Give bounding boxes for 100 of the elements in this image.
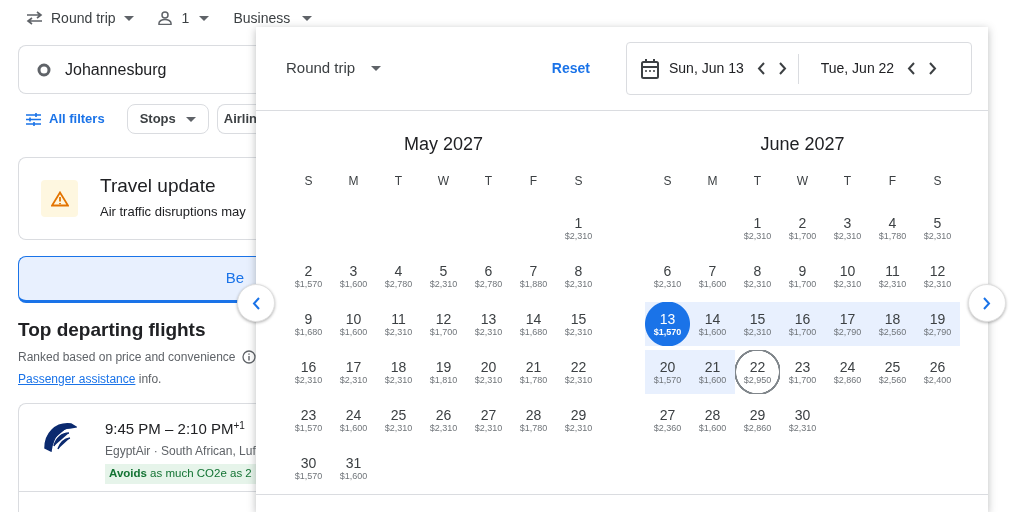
alert-title: Travel update [100,175,217,199]
calendar-day[interactable]: 24 $1,600 [331,398,376,442]
weekday-label: T [483,173,494,190]
calendar-day[interactable]: 27 $2,360 [645,398,690,442]
passenger-assistance-link[interactable]: Passenger assistance [18,371,136,386]
trip-type-dropdown[interactable]: Round trip [51,7,134,29]
calendar-day[interactable]: 19 $2,790 [915,302,960,346]
chevron-left-icon [907,62,916,75]
trip-type-dropdown[interactable]: Round trip [286,57,382,80]
calendar-day[interactable]: 4 $1,780 [870,206,915,250]
calendar-day[interactable]: 22 $2,310 [556,350,601,394]
calendar-day[interactable]: 23 $1,700 [780,350,825,394]
calendar-day[interactable]: 10 $2,310 [825,254,870,298]
weekday-label: W [436,173,451,190]
calendar-day[interactable]: 9 $1,680 [286,302,331,346]
filter-chip[interactable]: Airlin [216,104,256,134]
flight-card[interactable]: 9:45 PM – 2:10 PM$^{+1}$ EgyptAir · South African, Luf Avoids as much CO2e as 2 [18,402,256,492]
calendar-day[interactable]: 15 $2,310 [735,302,780,346]
calendar-day[interactable]: 5 $2,310 [915,206,960,250]
chevron-right-icon [983,296,991,310]
calendar-day[interactable]: 26 $2,310 [421,398,466,442]
calendar-day[interactable]: 7 $1,600 [690,254,735,298]
calendar-day[interactable]: 27 $2,310 [466,398,511,442]
reset-button[interactable]: Reset [551,54,590,83]
calendar-day[interactable]: 21 $1,600 [690,350,735,394]
calendar-day[interactable]: 31 $1,600 [331,446,376,490]
calendar-day[interactable]: 18 $2,310 [376,350,421,394]
calendar-day[interactable]: 16 $2,310 [286,350,331,394]
calendar-day[interactable]: 13 $1,570 [645,302,690,346]
chevron-left-icon [756,62,765,75]
calendar-day[interactable]: 8 $2,310 [556,254,601,298]
calendar-day[interactable]: 3 $2,310 [825,206,870,250]
calendar-day[interactable]: 15 $2,310 [556,302,601,346]
calendar-day[interactable]: 12 $1,700 [421,302,466,346]
calendar-day[interactable]: 5 $2,310 [421,254,466,298]
calendar-day[interactable]: 1 $2,310 [735,206,780,250]
cabin-class-dropdown[interactable]: Business [233,7,313,29]
calendar-day[interactable]: 30 $2,310 [780,398,825,442]
calendar-day[interactable]: 14 $1,600 [690,302,735,346]
calendar-day[interactable]: 17 $2,790 [825,302,870,346]
calendar-day[interactable]: 29 $2,310 [556,398,601,442]
calendar-day[interactable]: 1 $2,310 [556,206,601,250]
calendar-day[interactable]: 25 $2,310 [376,398,421,442]
calendar-day[interactable]: 7 $1,880 [511,254,556,298]
airline-names: EgyptAir · South African, Luf [105,443,256,461]
swap-arrows-icon [26,11,43,25]
calendar-day[interactable]: 25 $2,560 [870,350,915,394]
calendar-day[interactable]: 23 $1,570 [286,398,331,442]
calendar-day[interactable]: 2 $1,570 [286,254,331,298]
calendar-day[interactable]: 6 $2,310 [645,254,690,298]
calendar-day[interactable]: 2 $1,700 [780,206,825,250]
weekday-label: S [662,173,673,190]
filter-chip[interactable]: Stops [126,104,209,134]
calendar-day[interactable]: 28 $1,780 [511,398,556,442]
alert-text: Air traffic disruptions may [100,203,246,222]
weekday-label: F [887,173,898,190]
passengers-dropdown[interactable]: 1 [157,7,210,29]
calendar-day[interactable]: 8 $2,310 [735,254,780,298]
calendar-day[interactable]: 24 $2,860 [825,350,870,394]
calendar-day[interactable]: 22 $2,950 [735,350,780,394]
calendar-day[interactable]: 20 $2,310 [466,350,511,394]
weekday-label: F [528,173,539,190]
caret-icon [371,66,382,71]
calendar-day[interactable]: 9 $1,700 [780,254,825,298]
calendar-day[interactable]: 28 $1,600 [690,398,735,442]
info-icon[interactable] [241,349,256,364]
calendar-day[interactable]: 17 $2,310 [331,350,376,394]
calendar-day[interactable]: 3 $1,600 [331,254,376,298]
caret-icon [199,15,210,21]
emissions-badge: Avoids as much CO2e as 2 [105,464,256,484]
calendar-day[interactable]: 4 $2,780 [376,254,421,298]
sort-tab[interactable]: Be [18,256,256,303]
ranking-note: Ranked based on price and convenience [18,348,236,366]
weekday-label: M [347,173,360,190]
location-circle-icon [37,62,51,77]
calendar-day[interactable]: 30 $1,570 [286,446,331,490]
calendar-day[interactable]: 26 $2,400 [915,350,960,394]
calendar-day[interactable]: 18 $2,560 [870,302,915,346]
calendar-day[interactable]: 29 $2,860 [735,398,780,442]
all-filters-button[interactable]: All filters [18,109,113,129]
assistance-note: Passenger assistance info. [18,370,163,388]
origin-field[interactable]: Johannesburg [18,45,256,94]
calendar-day[interactable]: 10 $1,600 [331,302,376,346]
calendar-day[interactable]: 14 $1,680 [511,302,556,346]
calendar-day[interactable]: 20 $1,570 [645,350,690,394]
section-title: Top departing flights [18,319,207,342]
calendar-day[interactable]: 21 $1,780 [511,350,556,394]
chevron-right-icon [778,62,787,75]
calendar-day[interactable]: 11 $2,310 [870,254,915,298]
calendar-day[interactable]: 6 $2,780 [466,254,511,298]
calendar-day[interactable]: 16 $1,700 [780,302,825,346]
calendar-day[interactable]: 13 $2,310 [466,302,511,346]
calendar-day[interactable]: 11 $2,310 [376,302,421,346]
weekday-label: S [573,173,584,190]
flight-times: 9:45 PM – 2:10 PM$^{+1}$ [105,418,246,439]
weekday-label: T [842,173,853,190]
date-range-field[interactable]: Sun, Jun 13 Tue, Jun 22 [626,42,972,95]
weekday-label: S [932,173,943,190]
calendar-day[interactable]: 19 $1,810 [421,350,466,394]
calendar-day[interactable]: 12 $2,310 [915,254,960,298]
